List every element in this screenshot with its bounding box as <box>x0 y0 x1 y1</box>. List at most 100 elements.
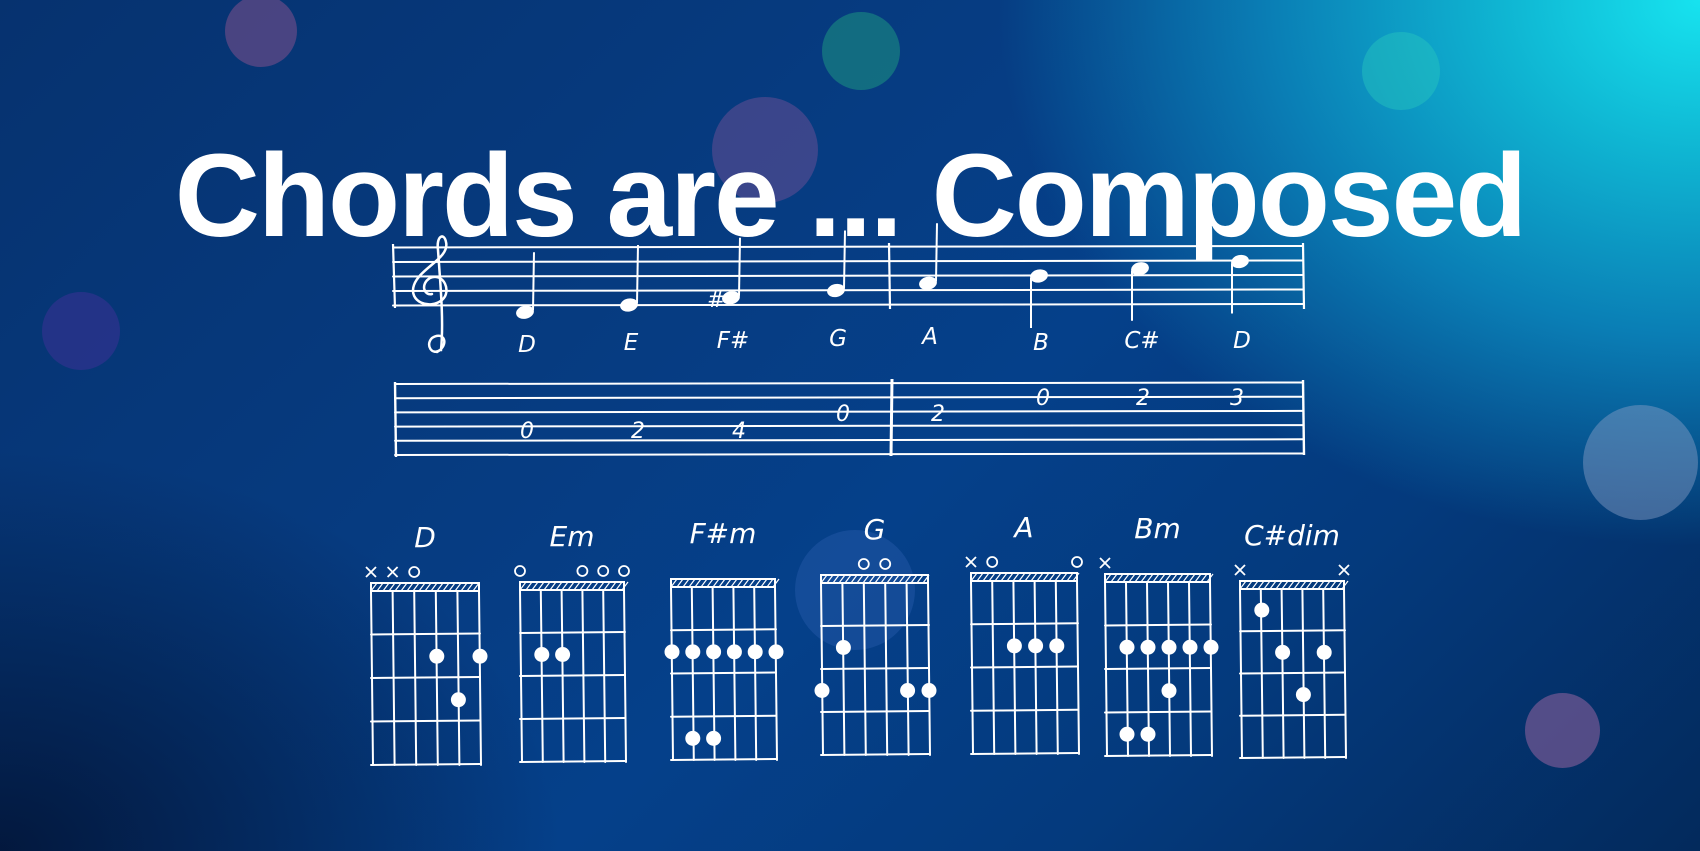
finger-dot <box>814 683 830 698</box>
treble-clef-icon <box>411 235 448 354</box>
nut-hatch <box>1263 580 1271 590</box>
tab-fret-number: 3 <box>1230 386 1244 411</box>
nut-hatch <box>892 574 900 584</box>
finger-dot <box>1275 644 1291 660</box>
tab-fret-number: 0 <box>836 402 850 427</box>
music-staff: D E # F# G A B C# D <box>391 223 1306 358</box>
chord-fret <box>519 717 626 720</box>
nut-hatch <box>1281 580 1289 590</box>
nut-hatch <box>400 582 408 592</box>
chord-name: C#dim <box>1244 519 1340 552</box>
nut-hatch <box>573 581 581 591</box>
nut-hatch <box>1335 580 1343 590</box>
nut-hatch <box>567 581 575 591</box>
nut-hatch <box>904 574 912 584</box>
tab-fret-number: 0 <box>1036 386 1050 411</box>
nut-hatch <box>418 582 426 592</box>
open-string-marker <box>576 565 589 577</box>
note-stem <box>935 223 938 282</box>
nut-hatch <box>1134 573 1142 583</box>
chord-name: A <box>1012 511 1033 544</box>
nut-hatch <box>850 574 858 584</box>
nut-hatch <box>742 578 750 588</box>
nut-hatch <box>615 581 623 591</box>
chord-diagram: D <box>365 521 488 766</box>
nut-hatch <box>1042 572 1050 582</box>
finger-dot <box>1140 639 1156 655</box>
muted-string-marker <box>1099 557 1111 569</box>
chord-fret <box>370 763 481 766</box>
nut-hatch <box>748 578 756 588</box>
tab-line <box>394 395 1304 400</box>
finger-dot <box>747 644 763 660</box>
chord-diagram: A <box>965 511 1083 755</box>
finger-dot <box>1028 638 1044 654</box>
nut-hatch <box>1275 580 1283 590</box>
nut-hatch <box>1200 573 1208 583</box>
nut-hatch <box>862 574 870 584</box>
chord-fret <box>820 624 930 627</box>
chord-fret <box>370 632 481 636</box>
finger-dot <box>1203 639 1219 655</box>
nut-hatch <box>597 581 605 591</box>
chord-diagram: G <box>814 513 937 756</box>
finger-dot <box>685 730 701 746</box>
nut-hatch <box>982 572 990 582</box>
nut-hatch <box>838 574 846 584</box>
nut-hatch <box>376 582 384 592</box>
chord-fret <box>820 753 930 756</box>
staff-line <box>392 303 1304 307</box>
nut-hatch <box>436 582 444 592</box>
note-label: D <box>518 332 536 358</box>
open-string-marker <box>986 556 999 568</box>
chord-fret <box>1239 756 1346 759</box>
finger-dot <box>1182 639 1198 655</box>
chord-fret <box>1104 710 1212 714</box>
nut-hatch <box>442 582 450 592</box>
note-label: A <box>920 324 938 350</box>
chord-name: Bm <box>1134 512 1180 545</box>
nut-hatch <box>718 578 726 588</box>
nut-hatch <box>1293 580 1301 590</box>
chord-fret <box>519 631 626 634</box>
finger-dot <box>835 640 851 655</box>
nut-hatch <box>424 582 432 592</box>
note-stem <box>843 230 846 289</box>
nut-hatch <box>730 578 738 588</box>
guitar-tab: 0 2 4 0 2 0 2 3 <box>393 378 1306 458</box>
finger-dot <box>429 648 445 664</box>
finger-dot <box>1049 638 1065 654</box>
chord-fret <box>970 622 1079 626</box>
nut-hatch <box>1012 572 1020 582</box>
nut-hatch <box>1060 572 1068 582</box>
staff-line <box>392 288 1304 292</box>
chord-fret <box>1104 667 1212 670</box>
nut-hatch <box>1188 573 1196 583</box>
nut-hatch <box>910 574 918 584</box>
chord-name: Em <box>550 520 595 553</box>
note-stem <box>636 244 639 304</box>
note-stem <box>532 252 535 311</box>
barline <box>1301 242 1306 310</box>
chord-name: F#m <box>690 517 757 550</box>
chord-fret <box>1104 754 1212 757</box>
finger-dot <box>768 644 784 660</box>
tab-fret-number: 0 <box>520 419 534 444</box>
nut-hatch <box>549 581 557 591</box>
chord-fret <box>820 667 930 670</box>
nut-hatch <box>844 574 852 584</box>
nut-hatch <box>898 574 906 584</box>
finger-dot <box>472 648 488 664</box>
finger-dot <box>450 692 466 708</box>
nut-hatch <box>1000 572 1008 582</box>
nut-hatch <box>688 578 696 588</box>
tab-fret-number: 4 <box>732 419 746 444</box>
tab-fret-number: 2 <box>631 419 645 444</box>
finger-dot <box>1140 726 1156 742</box>
nut-hatch <box>1305 580 1313 590</box>
finger-dot <box>1161 639 1177 655</box>
nut-hatch <box>1066 572 1074 582</box>
nut-hatch <box>856 574 864 584</box>
nut-hatch <box>603 581 611 591</box>
slide: Chords are ... Composed D E # F# G A B C# D 0240… <box>0 0 1700 851</box>
